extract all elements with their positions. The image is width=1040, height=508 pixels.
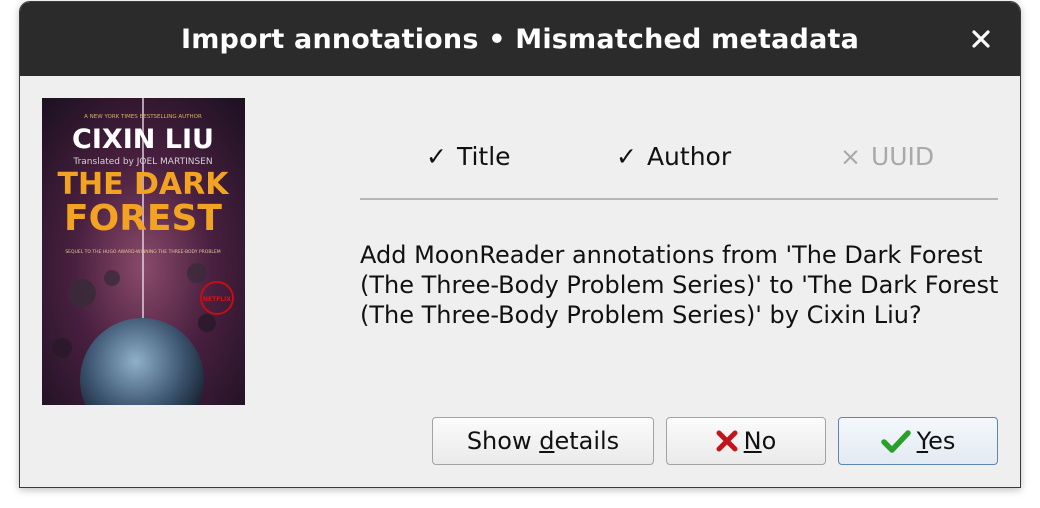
- cover-author: CIXIN LIU: [72, 124, 214, 155]
- checkmark-icon: ✓: [426, 142, 447, 171]
- cancel-icon: [716, 430, 738, 452]
- check-title: ✓ Title: [426, 142, 511, 171]
- metadata-checks: ✓ Title ✓ Author × UUID: [360, 142, 998, 182]
- netflix-badge: NETFLIX: [203, 296, 231, 303]
- book-cover-image: NETFLIX A NEW YORK TIMES BESTSELLING AUT…: [42, 98, 245, 405]
- checkmark-icon: ✓: [616, 142, 637, 171]
- checkmark-icon: [880, 430, 911, 453]
- cover-sequel: SEQUEL TO THE HUGO AWARD-WINNING THE THR…: [65, 249, 220, 255]
- check-label: Author: [646, 142, 732, 171]
- cover-translator: Translated by JOEL MARTINSEN: [72, 157, 212, 167]
- cover-title-line1: THE DARK: [58, 167, 231, 202]
- button-mnemonic: N: [743, 427, 762, 455]
- book-cover: NETFLIX A NEW YORK TIMES BESTSELLING AUT…: [42, 98, 245, 405]
- show-details-button[interactable]: Show details: [432, 417, 654, 465]
- button-label: o: [761, 427, 777, 455]
- divider: [360, 198, 998, 200]
- cross-icon: ×: [840, 142, 861, 171]
- check-label: Title: [456, 142, 511, 171]
- confirmation-message: Add MoonReader annotations from 'The Dar…: [360, 241, 999, 329]
- close-icon: [972, 30, 990, 48]
- yes-button[interactable]: Yes: [838, 417, 998, 465]
- button-label: es: [928, 427, 956, 455]
- window-title: Import annotations • Mismatched metadata: [180, 23, 860, 55]
- check-label: UUID: [870, 142, 935, 171]
- button-mnemonic: d: [539, 427, 555, 455]
- title-bar[interactable]: Import annotations • Mismatched metadata: [20, 2, 1020, 76]
- import-annotations-dialog: Import annotations • Mismatched metadata: [19, 1, 1021, 488]
- cover-tagline: A NEW YORK TIMES BESTSELLING AUTHOR: [84, 114, 202, 120]
- button-label: Show: [466, 427, 540, 455]
- button-mnemonic: Y: [916, 427, 929, 455]
- cover-title-line2: FOREST: [64, 198, 222, 239]
- button-label: etails: [554, 427, 620, 455]
- no-button[interactable]: No: [666, 417, 826, 465]
- check-author: ✓ Author: [616, 142, 731, 171]
- check-uuid: × UUID: [840, 142, 934, 171]
- close-button[interactable]: [966, 24, 996, 54]
